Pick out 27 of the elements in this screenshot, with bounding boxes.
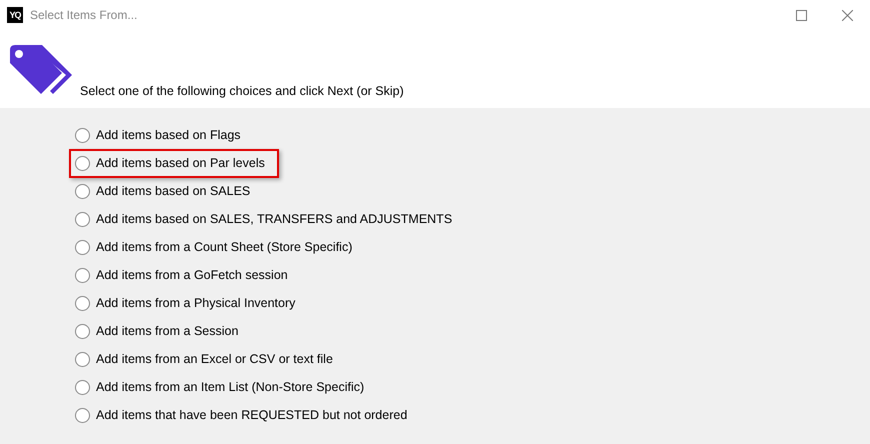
radio-button[interactable] — [75, 156, 90, 171]
radio-button[interactable] — [75, 380, 90, 395]
radio-button[interactable] — [75, 324, 90, 339]
option-label[interactable]: Add items based on Par levels — [96, 154, 265, 173]
radio-button[interactable] — [75, 184, 90, 199]
radio-button[interactable] — [75, 268, 90, 283]
option-label[interactable]: Add items from an Excel or CSV or text file — [96, 350, 333, 369]
radio-button[interactable] — [75, 296, 90, 311]
radio-button[interactable] — [75, 212, 90, 227]
app-logo: YQ — [7, 7, 23, 23]
maximize-icon — [796, 10, 806, 20]
window-title: Select Items From... — [30, 7, 138, 24]
option-label[interactable]: Add items from a Physical Inventory — [96, 294, 296, 313]
radio-button[interactable] — [75, 240, 90, 255]
option-label[interactable]: Add items from a Count Sheet (Store Specific) — [96, 238, 352, 257]
option-label[interactable]: Add items based on SALES — [96, 182, 250, 201]
radio-button[interactable] — [75, 408, 90, 423]
radio-button[interactable] — [75, 352, 90, 367]
option-label[interactable]: Add items based on Flags — [96, 126, 241, 145]
option-label[interactable]: Add items based on SALES, TRANSFERS and ADJUSTMENTS — [96, 210, 452, 229]
option-label[interactable]: Add items from a Session — [96, 322, 238, 341]
close-icon — [842, 10, 852, 20]
option-label[interactable]: Add items that have been REQUESTED but not ordered — [96, 406, 408, 425]
option-label[interactable]: Add items from an Item List (Non-Store Specific) — [96, 378, 364, 397]
instruction-text: Select one of the following choices and click Next (or Skip) — [80, 83, 404, 100]
radio-button[interactable] — [75, 128, 90, 143]
option-label[interactable]: Add items from a GoFetch session — [96, 266, 288, 285]
